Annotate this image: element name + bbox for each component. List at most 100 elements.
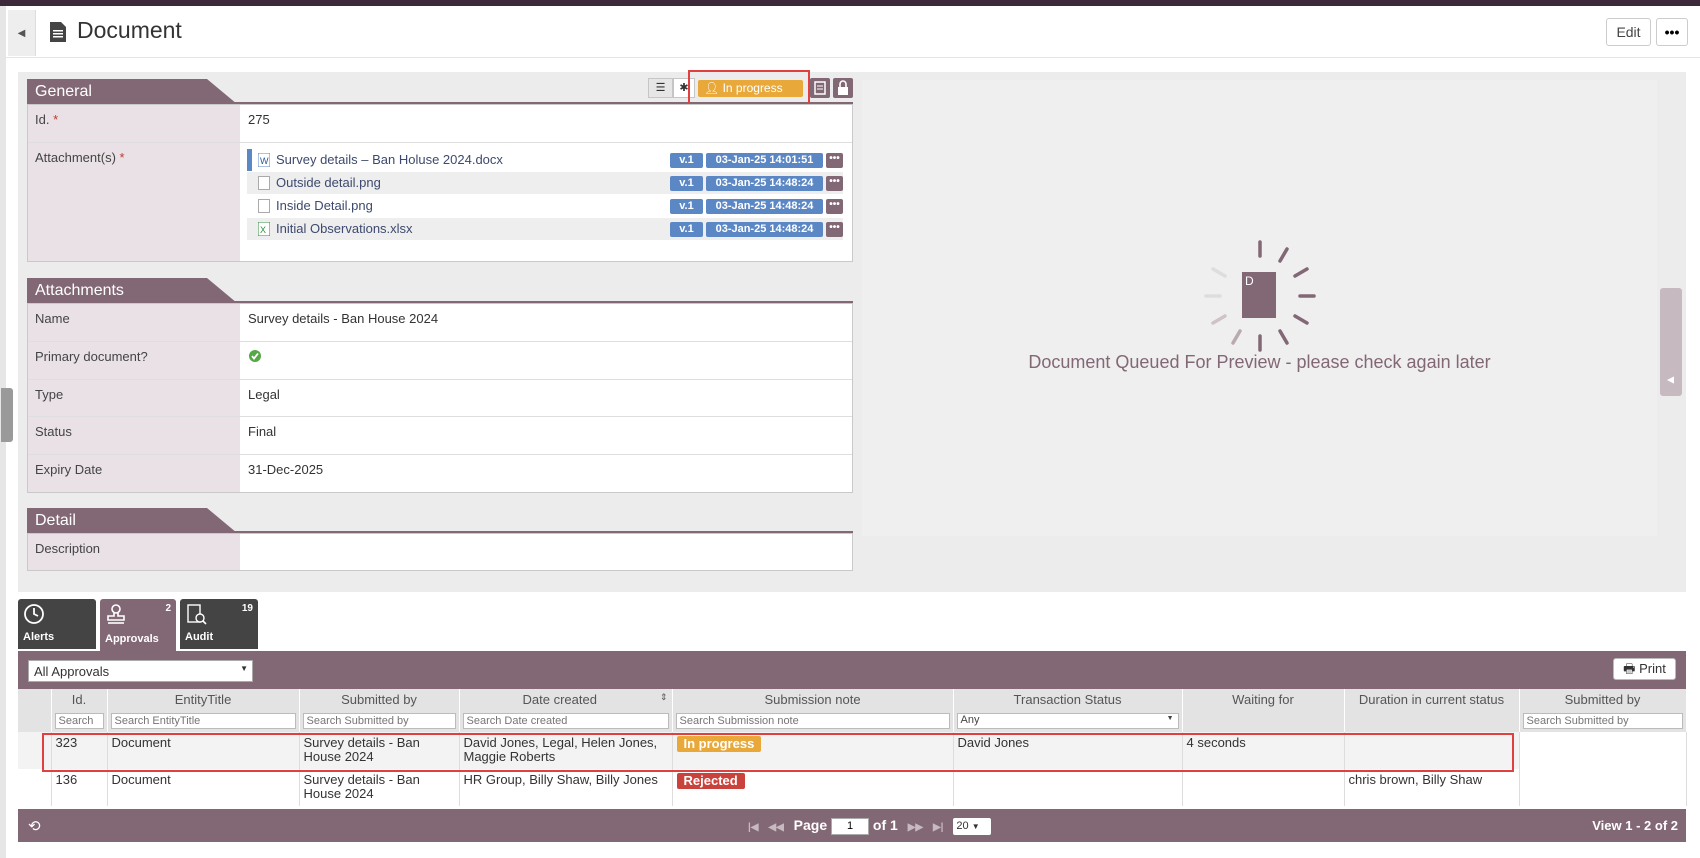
attachment-row[interactable]: X Initial Observations.xlsx v.1 03-Jan-2… xyxy=(247,218,843,240)
attachment-row[interactable]: Outside detail.png v.1 03-Jan-25 14:48:2… xyxy=(247,172,843,194)
edit-button[interactable]: Edit xyxy=(1606,18,1651,46)
tab-approvals[interactable]: 2 Approvals xyxy=(100,599,176,651)
version-badge[interactable]: v.1 xyxy=(670,176,703,191)
search-id-input[interactable] xyxy=(54,713,104,729)
field-label: Name xyxy=(28,304,240,341)
preview-doc-letter: D xyxy=(1245,274,1254,288)
column-header[interactable]: Id. xyxy=(51,689,108,710)
type-value: Legal xyxy=(248,387,280,402)
search-submitted-by-input[interactable] xyxy=(1522,713,1683,729)
version-badge[interactable]: v.1 xyxy=(670,222,703,237)
field-label: Id. * xyxy=(28,105,240,142)
field-label: Status xyxy=(28,417,240,454)
search-entity-input[interactable] xyxy=(110,713,296,729)
tab-audit[interactable]: 19 Audit xyxy=(180,599,258,649)
image-file-icon xyxy=(258,176,270,190)
attachment-more-button[interactable]: ••• xyxy=(826,176,843,191)
attachment-name[interactable]: Inside Detail.png xyxy=(276,198,373,213)
general-section-title: General xyxy=(27,79,237,104)
table-row[interactable]: 136 Document Survey details - Ban House … xyxy=(18,769,1687,806)
attachment-date-badge: 03-Jan-25 14:48:24 xyxy=(706,222,823,237)
collapse-sidebar-button[interactable]: ◀ xyxy=(8,10,36,56)
attachment-date-badge: 03-Jan-25 14:48:24 xyxy=(706,199,823,214)
column-header[interactable]: Duration in current status xyxy=(1344,689,1520,710)
attachment-more-button[interactable]: ••• xyxy=(826,222,843,237)
version-badge[interactable]: v.1 xyxy=(670,153,703,168)
attachment-name[interactable]: Outside detail.png xyxy=(276,175,381,190)
search-note-input[interactable] xyxy=(675,713,950,729)
row-submitted-by xyxy=(1519,769,1687,806)
stamp-icon xyxy=(107,604,125,624)
page-size-select[interactable]: 20 ▼ xyxy=(953,817,992,835)
status-value: Final xyxy=(248,424,277,439)
attachment-row[interactable]: W Survey details – Ban Holuse 2024.docx … xyxy=(247,149,843,171)
field-label: Expiry Date xyxy=(28,455,240,492)
sort-icon: ⇕ xyxy=(659,692,668,702)
id-value: 275 xyxy=(248,112,270,127)
excel-file-icon: X xyxy=(258,222,270,236)
table-search-row: Any▼ xyxy=(18,710,1687,732)
attachment-row[interactable]: Inside Detail.png v.1 03-Jan-25 14:48:24… xyxy=(247,195,843,217)
page-title: Document xyxy=(77,17,182,43)
more-options-button[interactable]: ••• xyxy=(1656,18,1688,46)
description-value xyxy=(240,534,852,570)
row-duration: chris brown, Billy Shaw xyxy=(1344,769,1520,806)
attachment-more-button[interactable]: ••• xyxy=(826,153,843,168)
refresh-icon[interactable]: ⟲ xyxy=(28,817,41,835)
tab-count: 2 xyxy=(165,603,171,614)
last-page-icon[interactable]: ▶| xyxy=(933,822,944,833)
audit-search-icon xyxy=(187,604,207,625)
required-marker: * xyxy=(119,150,125,165)
approvals-filter-select[interactable]: All Approvals ▼ xyxy=(28,660,253,682)
chevron-down-icon: ▼ xyxy=(1166,715,1174,722)
field-type: Type Legal xyxy=(28,380,852,417)
attachment-name[interactable]: Survey details – Ban Holuse 2024.docx xyxy=(276,152,503,167)
print-button[interactable]: 🖶︎ Print xyxy=(1613,658,1676,680)
field-expiry: Expiry Date 31-Dec-2025 xyxy=(28,455,852,492)
word-file-icon: W xyxy=(258,153,270,167)
column-header[interactable]: EntityTitle xyxy=(107,689,300,710)
view-range-info: View 1 - 2 of 2 xyxy=(1592,818,1678,833)
version-badge[interactable]: v.1 xyxy=(670,199,703,214)
hide-preview-label: ▲ Hide preview xyxy=(1663,369,1700,386)
column-header[interactable]: Submitted by xyxy=(1519,689,1687,710)
transaction-status-select[interactable]: Any ▼ xyxy=(956,713,1179,729)
column-header[interactable]: Transaction Status xyxy=(953,689,1183,710)
name-value: Survey details - Ban House 2024 xyxy=(248,311,439,326)
search-submitted-input[interactable] xyxy=(302,713,456,729)
column-header[interactable]: Submitted by xyxy=(299,689,460,710)
search-date-input[interactable] xyxy=(462,713,669,729)
list-view-button[interactable]: ☰ xyxy=(648,78,673,98)
field-status: Status Final xyxy=(28,417,852,455)
first-page-icon[interactable]: |◀ xyxy=(748,822,759,833)
attachment-more-button[interactable]: ••• xyxy=(826,199,843,214)
row-submitted-by xyxy=(1519,732,1687,769)
lock-icon xyxy=(838,80,848,95)
detail-fields: Description xyxy=(27,533,853,571)
row-date-created: HR Group, Billy Shaw, Billy Jones xyxy=(459,769,673,806)
column-header[interactable]: Waiting for xyxy=(1182,689,1345,710)
prev-page-icon[interactable]: ◀◀ xyxy=(768,822,783,833)
left-rail-toggle[interactable] xyxy=(1,388,13,442)
row-transaction-status xyxy=(953,769,1183,806)
attachment-name[interactable]: Initial Observations.xlsx xyxy=(276,221,413,236)
chevron-down-icon: ▼ xyxy=(240,664,248,673)
document-list-button[interactable] xyxy=(810,78,830,98)
tab-alerts[interactable]: Alerts xyxy=(18,599,96,649)
lock-button[interactable] xyxy=(833,78,853,98)
column-header[interactable]: Submission note xyxy=(672,689,954,710)
document-preview: D Document Queued For Preview - please c… xyxy=(862,80,1657,536)
tab-count: 19 xyxy=(241,603,253,614)
attachments-section-header: Attachments xyxy=(27,278,853,303)
tab-label: Alerts xyxy=(23,631,55,643)
field-name: Name Survey details - Ban House 2024 xyxy=(28,304,852,342)
hide-preview-button[interactable]: ▲ Hide preview xyxy=(1660,288,1700,396)
next-page-icon[interactable]: ▶▶ xyxy=(908,822,923,833)
tab-label: Approvals xyxy=(105,633,159,645)
preview-status-message: Document Queued For Preview - please che… xyxy=(1028,352,1491,372)
svg-text:X: X xyxy=(260,225,266,235)
column-header[interactable]: Date created ⇕ xyxy=(459,689,673,710)
detail-section-title: Detail xyxy=(27,508,237,533)
table-header-row: Id. EntityTitle Submitted by Date create… xyxy=(18,689,1687,710)
page-number-input[interactable] xyxy=(831,817,870,835)
